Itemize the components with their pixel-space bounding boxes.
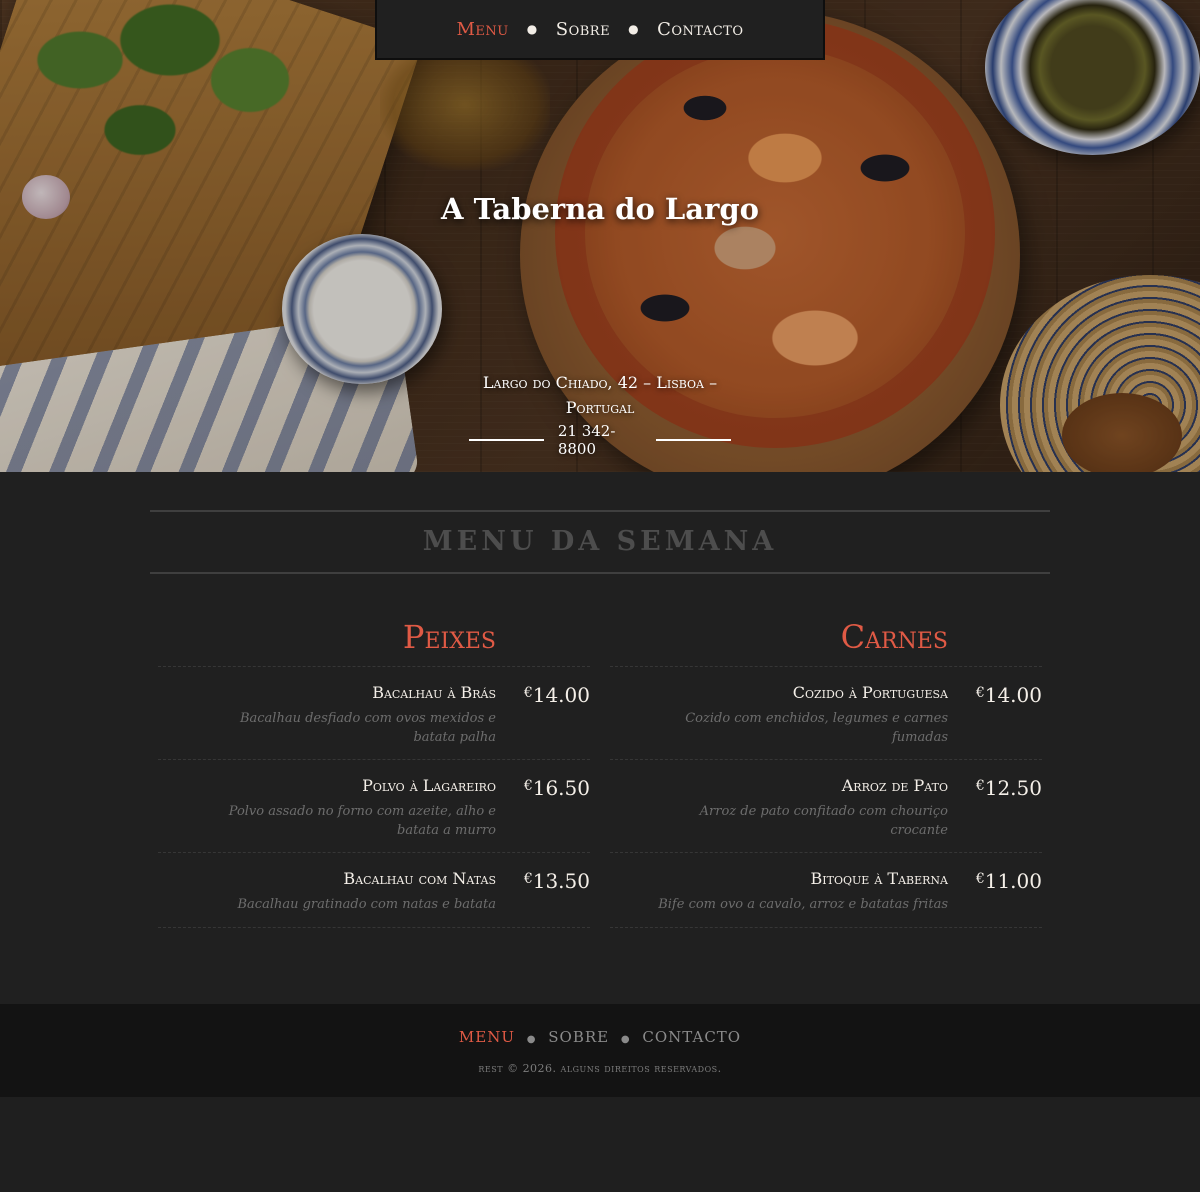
restaurant-phone: 21 342-8800 bbox=[455, 422, 745, 458]
address-line-1: Largo do Chiado, 42 – Lisboa – bbox=[482, 373, 718, 392]
nav-separator: ● bbox=[526, 22, 538, 36]
menu-item-price: €12.50 bbox=[976, 776, 1042, 800]
price-value: 11.00 bbox=[984, 869, 1042, 893]
menu-item: Polvo à Lagareiro Polvo assado no forno … bbox=[158, 759, 590, 852]
site-footer: Menu ● Sobre ● Contacto rest © 2026. alg… bbox=[0, 1004, 1200, 1097]
currency-symbol: € bbox=[523, 871, 533, 887]
menu-item-name: Polvo à Lagareiro bbox=[362, 776, 496, 795]
hero-banner: Menu ● Sobre ● Contacto A Taberna do Lar… bbox=[0, 0, 1200, 472]
currency-symbol: € bbox=[523, 685, 533, 701]
menu-item-price: €11.00 bbox=[976, 869, 1042, 893]
menu-item-description: Polvo assado no forno com azeite, alho e… bbox=[228, 804, 496, 838]
nav-item-contacto[interactable]: Contacto bbox=[657, 19, 743, 40]
currency-symbol: € bbox=[975, 778, 985, 794]
currency-symbol: € bbox=[975, 871, 985, 887]
price-value: 13.50 bbox=[532, 869, 590, 893]
menu-category-peixes: Peixes Bacalhau à Brás Bacalhau desfiado… bbox=[158, 612, 590, 928]
currency-symbol: € bbox=[523, 778, 533, 794]
menu-heading: MENU DA SEMANA bbox=[150, 510, 1050, 574]
currency-symbol: € bbox=[975, 685, 985, 701]
address-line-2: Portugal bbox=[565, 398, 635, 417]
restaurant-title: A Taberna do Largo bbox=[441, 192, 759, 226]
menu-item-description: Bacalhau desfiado com ovos mexidos e bat… bbox=[239, 711, 496, 745]
price-value: 14.00 bbox=[532, 683, 590, 707]
footer-nav-contacto[interactable]: Contacto bbox=[642, 1028, 741, 1046]
menu-item-description: Bacalhau gratinado com natas e batata bbox=[237, 897, 496, 912]
menu-item-name: Bitoque à Taberna bbox=[810, 869, 948, 888]
price-value: 14.00 bbox=[984, 683, 1042, 707]
price-value: 16.50 bbox=[532, 776, 590, 800]
nav-item-sobre[interactable]: Sobre bbox=[556, 19, 610, 40]
footer-nav-separator: ● bbox=[526, 1034, 537, 1045]
menu-item: Bitoque à Taberna Bife com ovo a cavalo,… bbox=[610, 852, 1042, 928]
copyright-text: rest © 2026. alguns direitos reservados. bbox=[478, 1062, 722, 1075]
menu-item-description: Cozido com enchidos, legumes e carnes fu… bbox=[685, 711, 948, 745]
menu-item-price: €13.50 bbox=[524, 869, 590, 893]
menu-item-price: €16.50 bbox=[524, 776, 590, 800]
menu-item-price: €14.00 bbox=[524, 683, 590, 707]
menu-category-carnes: Carnes Cozido à Portuguesa Cozido com en… bbox=[610, 612, 1042, 928]
phone-divider-right bbox=[656, 439, 731, 441]
menu-item: Arroz de Pato Arroz de pato confitado co… bbox=[610, 759, 1042, 852]
menu-item: Bacalhau à Brás Bacalhau desfiado com ov… bbox=[158, 666, 590, 759]
footer-nav-separator: ● bbox=[620, 1034, 631, 1045]
menu-item-name: Cozido à Portuguesa bbox=[792, 683, 948, 702]
page-bottom-area bbox=[0, 1097, 1200, 1192]
top-navigation: Menu ● Sobre ● Contacto bbox=[375, 0, 825, 60]
menu-item-name: Arroz de Pato bbox=[841, 776, 948, 795]
menu-item: Cozido à Portuguesa Cozido com enchidos,… bbox=[610, 666, 1042, 759]
menu-item-price: €14.00 bbox=[976, 683, 1042, 707]
restaurant-address: Largo do Chiado, 42 – Lisboa – Portugal bbox=[460, 370, 740, 420]
phone-number: 21 342-8800 bbox=[557, 422, 616, 458]
menu-item-name: Bacalhau à Brás bbox=[372, 683, 496, 702]
phone-divider-left bbox=[469, 439, 544, 441]
category-title: Carnes bbox=[840, 618, 948, 656]
footer-navigation: Menu ● Sobre ● Contacto bbox=[0, 1028, 1200, 1046]
menu-item-description: Bife com ovo a cavalo, arroz e batatas f… bbox=[658, 897, 948, 912]
footer-nav-sobre[interactable]: Sobre bbox=[548, 1028, 609, 1046]
price-value: 12.50 bbox=[984, 776, 1042, 800]
footer-nav-menu[interactable]: Menu bbox=[459, 1028, 515, 1046]
menu-item-name: Bacalhau com Natas bbox=[343, 869, 496, 888]
menu-item-description: Arroz de pato confitado com chouriço cro… bbox=[699, 804, 948, 838]
menu-item: Bacalhau com Natas Bacalhau gratinado co… bbox=[158, 852, 590, 928]
category-title: Peixes bbox=[402, 618, 496, 656]
weekly-menu-section: MENU DA SEMANA Peixes Bacalhau à Brás Ba… bbox=[0, 472, 1200, 1004]
nav-item-menu[interactable]: Menu bbox=[457, 19, 509, 40]
nav-separator: ● bbox=[628, 22, 640, 36]
